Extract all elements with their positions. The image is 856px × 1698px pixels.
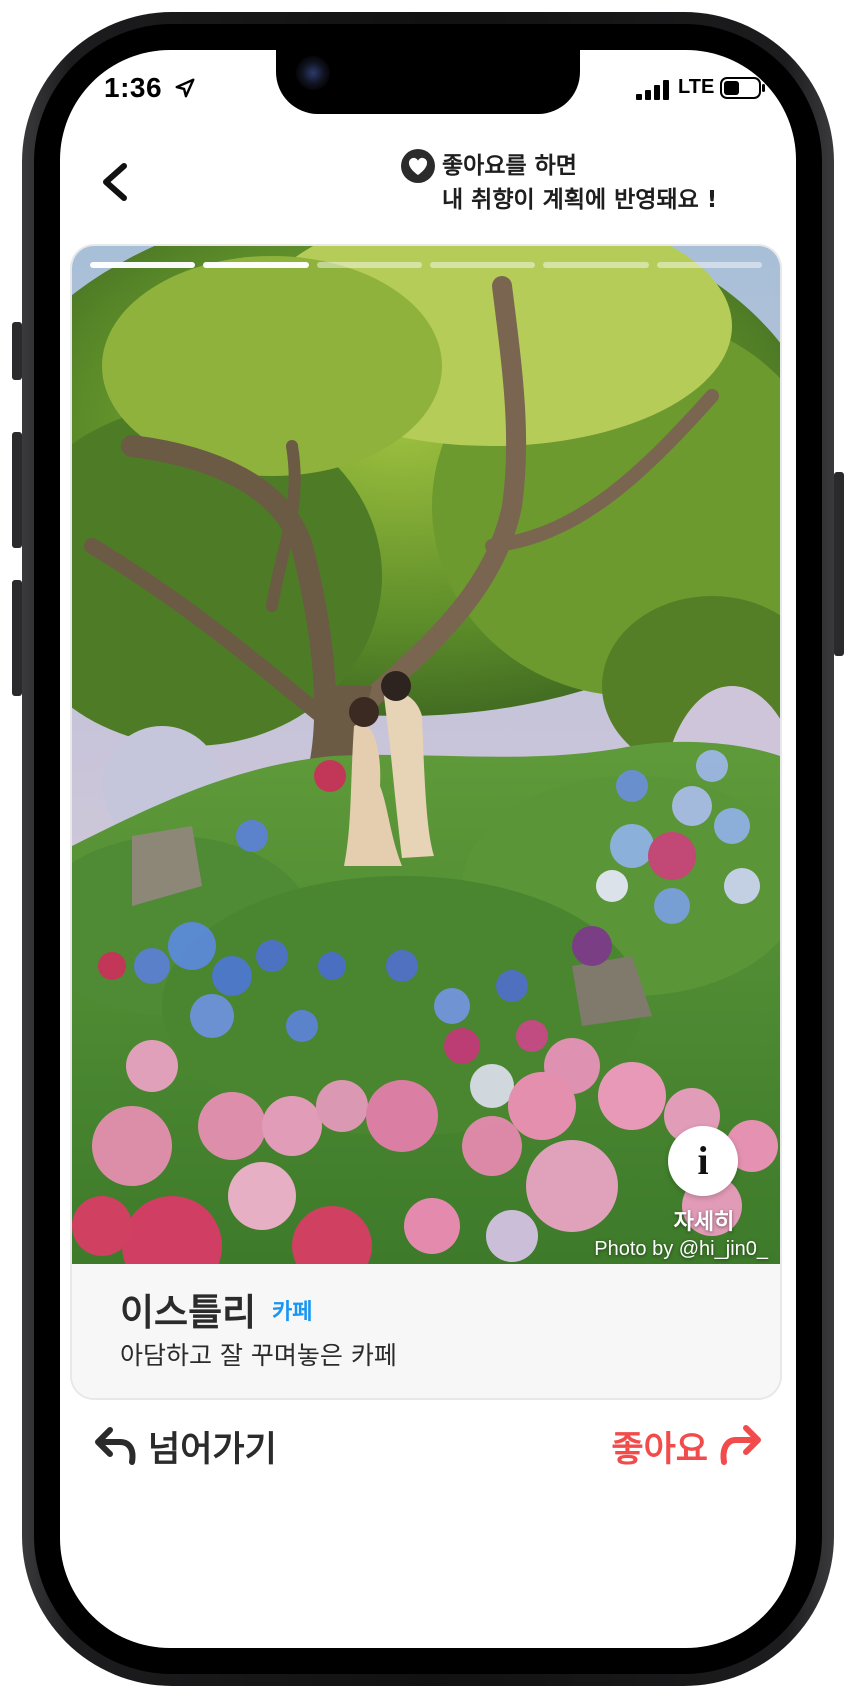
location-arrow-icon [175, 78, 195, 98]
photo-credit: Photo by @hi_jin0_ [594, 1238, 768, 1260]
skip-label: 넘어가기 [148, 1429, 277, 1470]
heart-badge-icon [401, 149, 435, 183]
details-button[interactable]: i [668, 1126, 738, 1196]
progress-segment [203, 262, 309, 268]
photo-illustration [72, 246, 780, 1264]
network-type: LTE [678, 76, 715, 98]
mute-switch [12, 322, 22, 380]
progress-segment [90, 262, 196, 268]
redo-arrow-icon [720, 1425, 761, 1465]
skip-button[interactable]: 넘어가기 [94, 1416, 277, 1476]
progress-segment [656, 262, 762, 268]
back-chevron-icon[interactable] [94, 160, 138, 204]
volume-down-button [12, 580, 22, 696]
story-progress [90, 262, 762, 268]
notch [276, 50, 580, 114]
place-card[interactable]: i 자세히 Photo by @hi_jin0_ 이스틀리 카페 아담하고 잘 … [72, 246, 780, 1398]
status-time: 1:36 [104, 72, 163, 103]
details-label[interactable]: 자세히 [662, 1204, 746, 1236]
place-description: 아담하고 잘 꾸며놓은 카페 [120, 1341, 397, 1370]
cellular-signal-icon [636, 80, 669, 100]
like-hint-line2: 내 취향이 계획에 반영돼요 ! [442, 187, 718, 213]
progress-segment [316, 262, 422, 268]
battery-icon [720, 77, 765, 99]
screen: 1:36 LTE 좋아요를 하면 내 취향이 계획에 반영돼요 ! i 자세히 … [60, 50, 796, 1648]
place-name: 이스틀리 [120, 1291, 257, 1334]
power-button [834, 472, 844, 656]
volume-up-button [12, 432, 22, 548]
progress-segment [429, 262, 536, 268]
place-info-panel: 이스틀리 카페 아담하고 잘 꾸며놓은 카페 [72, 1264, 780, 1398]
progress-segment [543, 262, 649, 268]
front-camera [296, 56, 330, 90]
like-label: 좋아요 [611, 1429, 708, 1470]
info-icon: i [697, 1138, 709, 1183]
place-category: 카페 [272, 1300, 313, 1325]
like-hint-line1: 좋아요를 하면 [442, 153, 577, 179]
undo-arrow-icon [95, 1427, 136, 1465]
place-photo: i 자세히 Photo by @hi_jin0_ [72, 246, 780, 1264]
like-button[interactable]: 좋아요 [611, 1416, 762, 1476]
